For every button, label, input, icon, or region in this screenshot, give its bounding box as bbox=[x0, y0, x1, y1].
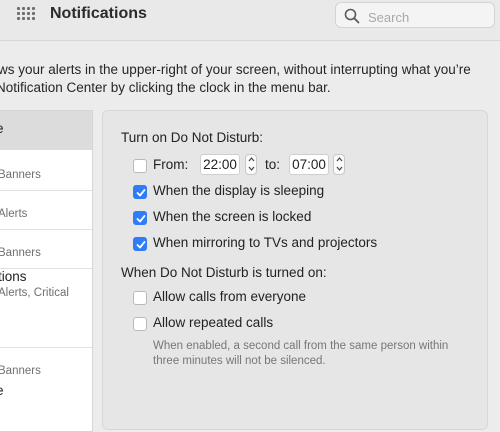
mirroring-checkbox[interactable] bbox=[133, 237, 147, 251]
do-not-disturb-panel: Turn on Do Not Disturb: From: 22:00 to: … bbox=[102, 110, 488, 430]
toolbar: Notifications bbox=[0, 0, 500, 41]
allow-repeated-calls-checkbox[interactable] bbox=[133, 317, 147, 331]
allow-repeated-calls-label[interactable]: Allow repeated calls bbox=[153, 315, 273, 330]
chevron-down-icon[interactable] bbox=[336, 165, 343, 172]
screen-locked-checkbox[interactable] bbox=[133, 211, 147, 225]
window-title: Notifications bbox=[50, 5, 147, 22]
sidebar-item-subtitle: Banners bbox=[0, 365, 41, 377]
sidebar-item[interactable]: Banners bbox=[0, 151, 92, 189]
mirroring-label[interactable]: When mirroring to TVs and projectors bbox=[153, 235, 377, 250]
dnd-heading: Turn on Do Not Disturb: bbox=[121, 130, 264, 145]
search-icon bbox=[344, 8, 360, 24]
sidebar-item-label: e bbox=[0, 121, 4, 136]
sidebar-item-subtitle: Alerts, Critical bbox=[0, 287, 69, 299]
sidebar-item-subtitle: Banners bbox=[0, 247, 41, 259]
checkmark-icon bbox=[136, 241, 146, 249]
sidebar-item[interactable]: Banners bbox=[0, 230, 92, 268]
repeated-calls-note-line-2: three minutes will not be silenced. bbox=[153, 355, 326, 367]
sidebar-item[interactable]: Alerts bbox=[0, 191, 92, 229]
allow-calls-everyone-checkbox[interactable] bbox=[133, 291, 147, 305]
allow-calls-everyone-label[interactable]: Allow calls from everyone bbox=[153, 289, 306, 304]
sidebar-item-selected[interactable]: e bbox=[0, 111, 92, 150]
sidebar-item-label: e bbox=[0, 383, 4, 398]
sidebar-item-label: tions bbox=[0, 269, 27, 284]
to-label: to: bbox=[265, 157, 281, 172]
from-time-field[interactable]: 22:00 bbox=[200, 154, 240, 175]
sidebar-item-subtitle: Banners bbox=[0, 169, 41, 181]
sidebar-item[interactable]: tions Alerts, Critical bbox=[0, 269, 92, 309]
search-input[interactable] bbox=[366, 7, 490, 27]
show-all-grid-icon[interactable] bbox=[17, 7, 37, 25]
display-sleeping-checkbox[interactable] bbox=[133, 185, 147, 199]
sidebar-item-subtitle: Alerts bbox=[0, 208, 28, 220]
from-time-stepper[interactable] bbox=[245, 154, 257, 175]
search-field[interactable] bbox=[335, 2, 495, 28]
sidebar-item[interactable]: e bbox=[0, 383, 92, 413]
app-list-sidebar: e Banners Alerts Banners tions Alerts, C… bbox=[0, 110, 93, 432]
chevron-up-icon[interactable] bbox=[336, 156, 343, 163]
screen-locked-label[interactable]: When the screen is locked bbox=[153, 209, 311, 224]
checkmark-icon bbox=[136, 189, 146, 197]
checkmark-icon bbox=[136, 215, 146, 223]
display-sleeping-label[interactable]: When the display is sleeping bbox=[153, 183, 324, 198]
sidebar-item[interactable]: Banners bbox=[0, 348, 92, 386]
to-time-field[interactable]: 07:00 bbox=[289, 154, 329, 175]
schedule-checkbox[interactable] bbox=[133, 159, 147, 173]
description-line-1: ws your alerts in the upper-right of you… bbox=[0, 62, 471, 77]
chevron-up-icon[interactable] bbox=[248, 156, 255, 163]
from-label: From: bbox=[153, 157, 189, 172]
repeated-calls-note-line-1: When enabled, a second call from the sam… bbox=[153, 340, 449, 352]
chevron-down-icon[interactable] bbox=[248, 165, 255, 172]
description-line-2: Notification Center by clicking the cloc… bbox=[0, 80, 331, 95]
when-on-heading: When Do Not Disturb is turned on: bbox=[121, 265, 327, 280]
to-time-stepper[interactable] bbox=[333, 154, 345, 175]
